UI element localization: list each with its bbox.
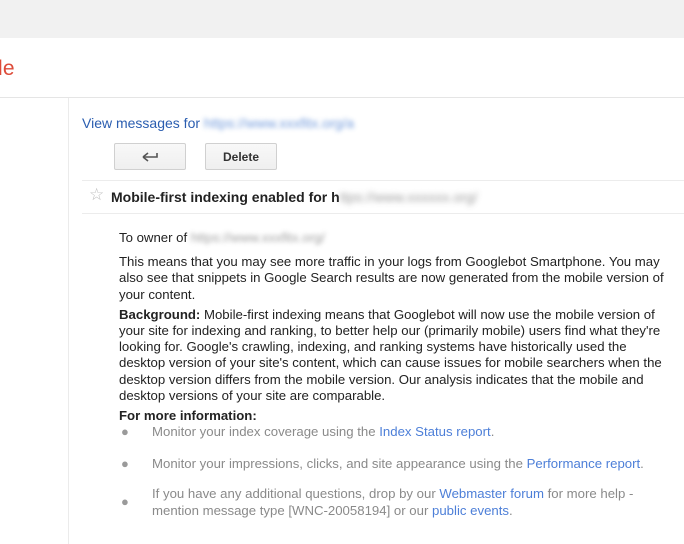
intro-paragraph: This means that you may see more traffic…: [119, 254, 664, 302]
background-label: Background:: [119, 306, 201, 322]
message-subject-row: ☆ Mobile-first indexing enabled for http…: [82, 180, 684, 214]
bullet-text: Monitor your index coverage using the: [152, 424, 380, 439]
bullet-end: .: [640, 456, 644, 472]
message-subject: Mobile-first indexing enabled for https:…: [111, 189, 477, 205]
bullet-icon: ●: [121, 424, 129, 439]
bullet-icon: ●: [121, 456, 129, 472]
back-button[interactable]: [114, 143, 186, 170]
star-outline-icon[interactable]: ☆: [89, 185, 104, 205]
owner-site-blurred: https://www.xxxfitx.org/: [190, 230, 325, 245]
view-messages-link[interactable]: View messages for https://www.xxxfitx.or…: [82, 115, 354, 131]
webmaster-forum-link[interactable]: Webmaster forum: [439, 486, 544, 501]
back-arrow-icon: [142, 151, 158, 162]
bullet-end: .: [509, 502, 513, 518]
owner-line: To owner of https://www.xxxfitx.org/: [119, 230, 665, 246]
bullet-end: .: [490, 424, 495, 439]
bullet-text: Monitor your impressions, clicks, and si…: [152, 456, 527, 472]
performance-report-link[interactable]: Performance report: [527, 456, 641, 471]
bullet-text: If you have any additional questions, dr…: [152, 486, 440, 502]
list-item: ● If you have any additional questions, …: [119, 486, 679, 518]
subject-blurred-url: ttps://www.xxxxxx.org/: [339, 189, 478, 205]
index-status-report-link[interactable]: Index Status report: [379, 424, 490, 439]
list-item: ● Monitor your impressions, clicks, and …: [119, 456, 679, 472]
background-paragraph: Background: Mobile-first indexing means …: [119, 307, 665, 404]
delete-button[interactable]: Delete: [205, 143, 277, 170]
more-info-heading: For more information:: [119, 408, 257, 424]
bullet-icon: ●: [121, 494, 129, 510]
owner-prefix: To owner of: [119, 230, 188, 245]
background-text: Mobile-first indexing means that Googleb…: [119, 306, 662, 403]
list-item: ● Monitor your index coverage using the …: [119, 424, 679, 440]
brand-logo-fragment: le: [0, 57, 15, 80]
subject-text: Mobile-first indexing enabled for h: [111, 189, 340, 205]
public-events-link[interactable]: public events: [432, 503, 509, 518]
message-body: To owner of https://www.xxxfitx.org/ Thi…: [119, 230, 665, 434]
info-bullet-list: ● Monitor your index coverage using the …: [119, 424, 679, 519]
header-bar: [0, 38, 684, 98]
top-band: [0, 0, 684, 38]
view-messages-label[interactable]: View messages for: [82, 115, 200, 131]
left-divider: [68, 98, 69, 544]
site-url-blurred[interactable]: https://www.xxxfitx.org/a: [204, 115, 354, 131]
